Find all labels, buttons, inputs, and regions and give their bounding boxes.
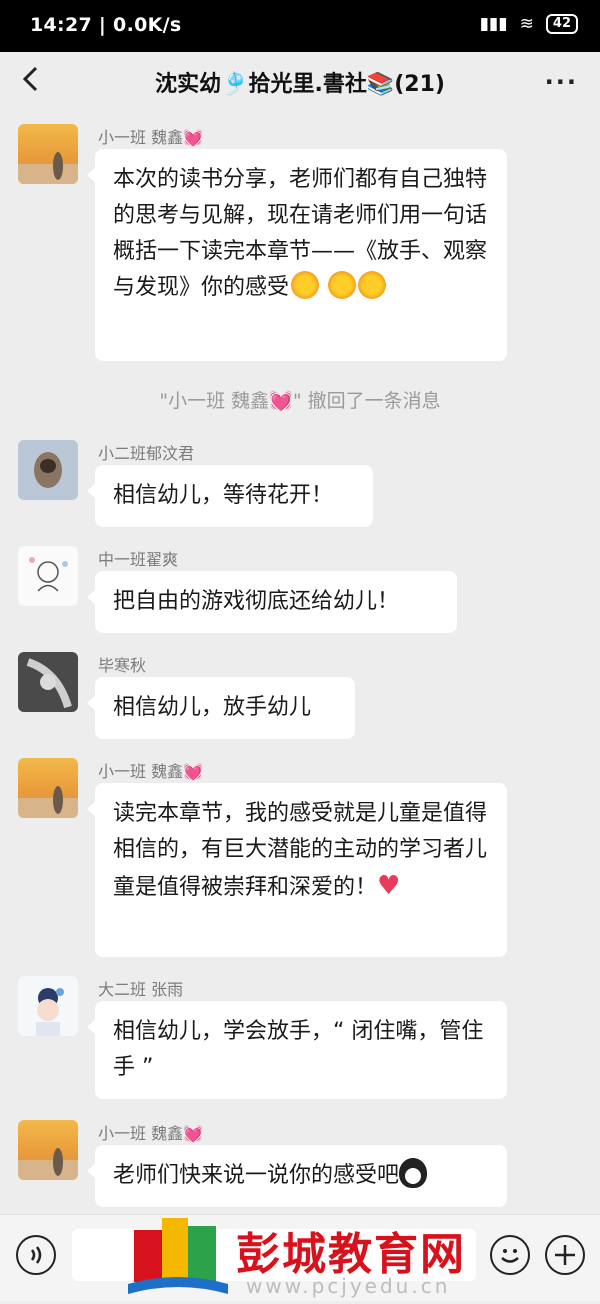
sender-name: 小一班 魏鑫💓 [98, 128, 204, 147]
message-bubble[interactable]: 老师们快来说一说你的感受吧 [87, 1145, 507, 1207]
book-logo-icon [128, 1218, 228, 1294]
message-text: 读完本章节，我的感受就是儿童是值得相信的，有巨大潜能的主动的学习者儿童是值得被崇… [113, 801, 488, 900]
avatar[interactable] [18, 652, 78, 712]
watermark-text: 彭城教育网 [236, 1229, 466, 1280]
sender-name: 小一班 魏鑫💓 [98, 1124, 204, 1143]
sun-emoji [328, 271, 357, 299]
sender-name: 中一班翟爽 [98, 550, 179, 569]
message-bubble[interactable]: 相信幼儿，学会放手，“ 闭住嘴，管住手 ” [87, 1001, 507, 1099]
back-icon[interactable] [18, 64, 46, 94]
emoji-icon[interactable] [490, 1235, 530, 1275]
more-icon[interactable]: ··· [545, 68, 578, 96]
status-time-speed: 14:27 | 0.0K/s [30, 14, 182, 36]
sun-emoji [291, 271, 320, 299]
message-bubble[interactable]: 把自由的游戏彻底还给幼儿！ [87, 571, 457, 633]
avatar[interactable] [18, 976, 78, 1036]
message-text: 相信幼儿，等待花开！ [113, 483, 334, 508]
voice-icon[interactable] [16, 1235, 56, 1275]
sender-name: 毕寒秋 [98, 656, 147, 675]
wifi-icon: ≋ [519, 14, 534, 34]
chat-header: 沈实幼🎐拾光里.書社📚(21) ··· [0, 52, 600, 108]
message-text: 相信幼儿，学会放手，“ 闭住嘴，管住手 ” [113, 1019, 484, 1080]
avatar[interactable] [18, 1120, 78, 1180]
watermark-url: www.pcjyedu.cn [246, 1274, 451, 1298]
status-bar: 14:27 | 0.0K/s ▮▮▮ ≋ 42 [0, 0, 600, 52]
sender-name: 小二班郁汶君 [98, 444, 195, 463]
avatar[interactable] [18, 124, 78, 184]
plus-icon[interactable] [545, 1235, 585, 1275]
watermark: 彭城教育网 www.pcjyedu.cn [128, 1210, 488, 1300]
sun-emoji [358, 271, 387, 299]
chat-title: 沈实幼🎐拾光里.書社📚(21) [155, 72, 445, 97]
message-bubble[interactable]: 相信幼儿，等待花开！ [87, 465, 373, 527]
message-bubble[interactable]: 相信幼儿，放手幼儿 [87, 677, 355, 739]
sender-name: 小一班 魏鑫💓 [98, 762, 204, 781]
signal-icon: ▮▮▮ [479, 14, 508, 34]
message-text: 老师们快来说一说你的感受吧 [113, 1163, 400, 1188]
recall-notice: "小一班 魏鑫💓" 撤回了一条消息 [159, 390, 441, 412]
status-icons: ▮▮▮ ≋ 42 [480, 14, 578, 34]
penguin-emoji [399, 1158, 428, 1188]
message-bubble[interactable]: 读完本章节，我的感受就是儿童是值得相信的，有巨大潜能的主动的学习者儿童是值得被崇… [87, 783, 507, 957]
sender-name: 大二班 张雨 [98, 980, 184, 999]
avatar[interactable] [18, 758, 78, 818]
message-text: 相信幼儿，放手幼儿 [113, 695, 312, 720]
message-text: 把自由的游戏彻底还给幼儿！ [113, 589, 400, 614]
battery-indicator: 42 [545, 14, 578, 34]
message-bubble[interactable]: 本次的读书分享，老师们都有自己独特的思考与见解，现在请老师们用一句话概括一下读完… [87, 149, 507, 361]
avatar[interactable] [18, 440, 78, 500]
heart-emoji: ♥ [377, 871, 401, 901]
avatar[interactable] [18, 546, 78, 606]
